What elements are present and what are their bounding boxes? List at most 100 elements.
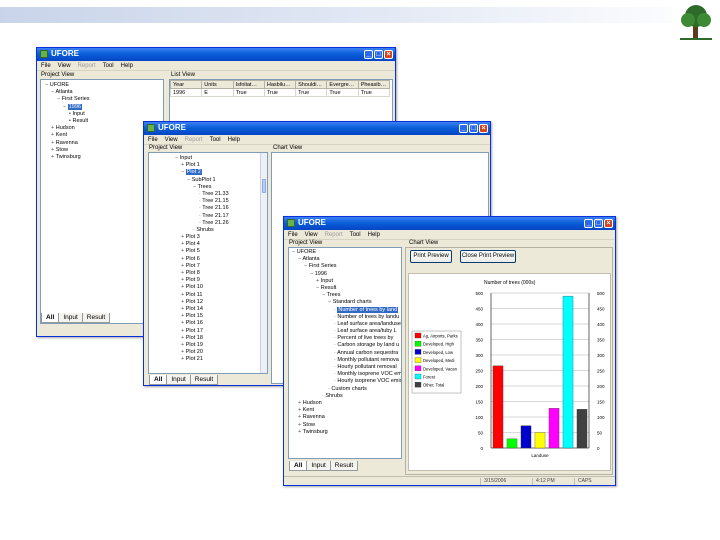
minimize-button[interactable]: _ bbox=[459, 124, 468, 133]
title-bar[interactable]: UFORE _ □ × bbox=[37, 48, 395, 61]
tree-node[interactable]: + Plot 16 bbox=[175, 320, 229, 327]
tree-node[interactable]: − First Series bbox=[45, 96, 90, 103]
tree-node[interactable]: + Input bbox=[292, 278, 401, 285]
menu-report[interactable]: Report bbox=[185, 137, 203, 143]
tree-node[interactable]: · Hourly pollutant removal bbox=[292, 364, 401, 371]
scrollbar-thumb[interactable] bbox=[262, 179, 266, 193]
tree-node[interactable]: + Kent bbox=[45, 132, 90, 139]
tab-input[interactable]: Input bbox=[306, 461, 331, 471]
tree-node[interactable]: + Ravenna bbox=[292, 414, 401, 421]
tree-node[interactable]: + Plot 21 bbox=[175, 356, 229, 363]
menu-report[interactable]: Report bbox=[78, 63, 96, 69]
print-preview-button[interactable]: Print Preview bbox=[410, 250, 452, 263]
tree-node[interactable]: · Monthly isoprene VOC emi bbox=[292, 371, 401, 378]
tab-result[interactable]: Result bbox=[329, 461, 359, 471]
tree-node[interactable]: + Plot 4 bbox=[175, 241, 229, 248]
tree-node[interactable]: + Plot 18 bbox=[175, 335, 229, 342]
project-tree-panel[interactable]: − Input + Plot 1− Plot 2− SubPlot 1− Tree… bbox=[148, 152, 268, 374]
tree-node[interactable]: + Plot 8 bbox=[175, 270, 229, 277]
tree-node[interactable]: − UFORE bbox=[45, 82, 90, 89]
close-print-preview-button[interactable]: Close Print Preview bbox=[460, 250, 516, 263]
column-header[interactable]: Year bbox=[170, 80, 203, 89]
column-header[interactable]: Hasbilu… bbox=[263, 80, 297, 89]
tree-node[interactable]: · Percent of live trees by bbox=[292, 335, 401, 342]
menu-file[interactable]: File bbox=[148, 137, 158, 143]
close-button[interactable]: × bbox=[479, 124, 488, 133]
project-tree[interactable]: − UFORE − Atlanta − First Series − 1996 + In… bbox=[292, 249, 401, 436]
tree-node[interactable]: · Monthly pollutant remova bbox=[292, 357, 401, 364]
menu-file[interactable]: File bbox=[41, 63, 51, 69]
column-header[interactable]: Isfoliat… bbox=[232, 80, 265, 89]
close-button[interactable]: × bbox=[384, 50, 393, 59]
tree-node[interactable]: · Shrubs bbox=[175, 227, 229, 234]
menu-help[interactable]: Help bbox=[228, 137, 240, 143]
tree-node[interactable]: + Plot 1 bbox=[175, 162, 229, 169]
tab-all[interactable]: All bbox=[149, 375, 168, 385]
menu-view[interactable]: View bbox=[165, 137, 178, 143]
tree-node[interactable]: · Tree 21.16 bbox=[175, 205, 229, 212]
tree-node[interactable]: + Twinsburg bbox=[45, 154, 90, 161]
tree-node[interactable]: · Annual carbon sequestra bbox=[292, 350, 401, 357]
tree-node[interactable]: + Plot 19 bbox=[175, 342, 229, 349]
tree-node[interactable]: · Tree 21.17 bbox=[175, 213, 229, 220]
tree-node[interactable]: − First Series bbox=[292, 263, 401, 270]
tab-input[interactable]: Input bbox=[58, 313, 83, 323]
tree-node[interactable]: · Leaf surface area/tuby L bbox=[292, 328, 401, 335]
tree-node[interactable]: ▪ Input bbox=[45, 111, 90, 118]
menu-tool[interactable]: Tool bbox=[350, 232, 361, 238]
tree-node[interactable]: · Tree 21.15 bbox=[175, 198, 229, 205]
tree-node[interactable]: + Hudson bbox=[45, 125, 90, 132]
column-header[interactable]: Pheasib… bbox=[357, 80, 391, 89]
tree-node[interactable]: − 1996 bbox=[292, 271, 401, 278]
project-tree[interactable]: − Input + Plot 1− Plot 2− SubPlot 1− Tree… bbox=[175, 155, 229, 363]
tree-node[interactable]: − Trees bbox=[292, 292, 401, 299]
tree-node[interactable]: + Ravenna bbox=[45, 140, 90, 147]
menu-file[interactable]: File bbox=[288, 232, 298, 238]
tree-node[interactable]: + Stow bbox=[45, 147, 90, 154]
menu-help[interactable]: Help bbox=[368, 232, 380, 238]
maximize-button[interactable]: □ bbox=[469, 124, 478, 133]
maximize-button[interactable]: □ bbox=[594, 219, 603, 228]
project-tree[interactable]: − UFORE − Atlanta − First Series − 1996 ▪ In… bbox=[45, 82, 90, 161]
tree-node[interactable]: · Leaf surface area/landuse bbox=[292, 321, 401, 328]
tree-node[interactable]: + Plot 9 bbox=[175, 277, 229, 284]
tree-node[interactable]: + Plot 7 bbox=[175, 263, 229, 270]
tree-node[interactable]: + Stow bbox=[292, 422, 401, 429]
tree-node[interactable]: + Plot 11 bbox=[175, 292, 229, 299]
tree-node[interactable]: · Number of trees by landu bbox=[292, 314, 401, 321]
tree-node[interactable]: − Trees bbox=[175, 184, 229, 191]
title-bar[interactable]: UFORE _ □ × bbox=[284, 217, 615, 230]
column-header[interactable]: Units bbox=[201, 80, 234, 89]
tree-node[interactable]: · Tree 21.33 bbox=[175, 191, 229, 198]
tab-input[interactable]: Input bbox=[166, 375, 191, 385]
project-tree-panel[interactable]: − UFORE − Atlanta − First Series − 1996 + In… bbox=[288, 247, 402, 459]
tree-node[interactable]: + Hudson bbox=[292, 400, 401, 407]
tab-result[interactable]: Result bbox=[81, 313, 111, 323]
tree-node[interactable]: − Plot 2 bbox=[175, 169, 229, 176]
tab-all[interactable]: All bbox=[41, 313, 60, 323]
table-row[interactable]: 1996 E True True True True True bbox=[170, 88, 391, 97]
maximize-button[interactable]: □ bbox=[374, 50, 383, 59]
tree-node[interactable]: + Twinsburg bbox=[292, 429, 401, 436]
tree-node[interactable]: − 1996 bbox=[45, 103, 90, 111]
close-button[interactable]: × bbox=[604, 219, 613, 228]
tree-node[interactable]: + Plot 10 bbox=[175, 284, 229, 291]
menu-help[interactable]: Help bbox=[121, 63, 133, 69]
tree-node[interactable]: + Plot 20 bbox=[175, 349, 229, 356]
tree-node[interactable]: + Plot 3 bbox=[175, 234, 229, 241]
tree-node[interactable]: − UFORE bbox=[292, 249, 401, 256]
tab-result[interactable]: Result bbox=[189, 375, 219, 385]
minimize-button[interactable]: _ bbox=[584, 219, 593, 228]
tree-node[interactable]: ▪ Result bbox=[45, 118, 90, 125]
menu-tool[interactable]: Tool bbox=[103, 63, 114, 69]
tree-node[interactable]: − Input bbox=[175, 155, 229, 162]
menu-view[interactable]: View bbox=[305, 232, 318, 238]
tree-node[interactable]: · Number of trees by land bbox=[292, 306, 401, 314]
tree-node[interactable]: + Kent bbox=[292, 407, 401, 414]
menu-tool[interactable]: Tool bbox=[210, 137, 221, 143]
tree-node[interactable]: · Carbon storage by land u bbox=[292, 342, 401, 349]
tree-node[interactable]: · Tree 21.26 bbox=[175, 220, 229, 227]
tree-node[interactable]: − Atlanta bbox=[292, 256, 401, 263]
tree-node[interactable]: + Plot 5 bbox=[175, 248, 229, 255]
tree-node[interactable]: + Plot 14 bbox=[175, 306, 229, 313]
